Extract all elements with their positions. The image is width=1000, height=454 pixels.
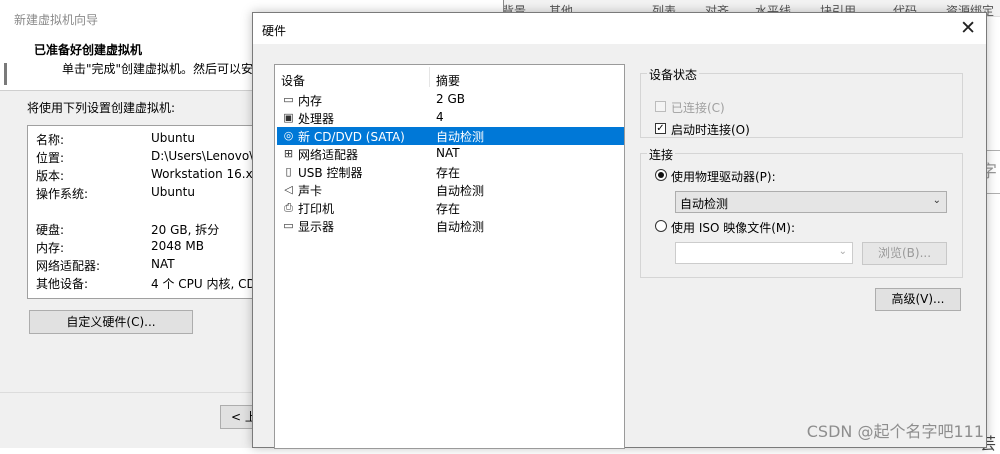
settings-key: 位置: bbox=[36, 151, 65, 165]
browse-button[interactable]: 浏览(B)... bbox=[862, 242, 947, 265]
device-list[interactable]: 设备 摘要 ▭ 内存 2 GB ▣ 处理器 4 ◎ 新 CD/DVD (SATA) 自动检测 ⊞ 网… bbox=[274, 64, 625, 449]
device-name: 打印机 bbox=[298, 202, 335, 216]
wizard-header-subtitle: 单击"完成"创建虚拟机。然后可以安 bbox=[62, 62, 254, 76]
usb-icon: ▯ bbox=[285, 165, 292, 178]
cd-dvd-icon: ◎ bbox=[283, 129, 294, 142]
device-summary: 自动检测 bbox=[436, 184, 485, 198]
device-row[interactable]: ⊞ 网络适配器 NAT bbox=[277, 145, 624, 163]
advanced-button[interactable]: 高级(V)... bbox=[875, 288, 961, 311]
device-row[interactable]: ◎ 新 CD/DVD (SATA) 自动检测 bbox=[277, 127, 624, 145]
settings-row: 名称: Ubuntu bbox=[36, 131, 268, 149]
settings-key: 硬盘: bbox=[36, 223, 65, 237]
processor-icon: ▣ bbox=[283, 111, 294, 124]
settings-key: 网络适配器: bbox=[36, 259, 101, 273]
settings-value: Ubuntu bbox=[151, 185, 195, 199]
settings-row: 网络适配器: NAT bbox=[36, 257, 268, 275]
use-iso-radio[interactable] bbox=[655, 220, 667, 232]
hardware-dialog: 硬件 ✕ 设备 摘要 ▭ 内存 2 GB ▣ 处理器 4 ◎ 新 CD/DVD (SATA) 自… bbox=[252, 12, 987, 449]
device-summary: 自动检测 bbox=[436, 220, 485, 234]
sound-card-icon: ◁ bbox=[284, 183, 293, 196]
settings-key: 名称: bbox=[36, 133, 65, 147]
device-row[interactable]: ▣ 处理器 4 bbox=[277, 109, 624, 127]
wizard-header-title: 已准备好创建虚拟机 bbox=[34, 43, 143, 57]
connected-label: 已连接(C) bbox=[671, 101, 725, 115]
connect-at-power-on-checkbox[interactable]: ✓ bbox=[655, 123, 666, 134]
settings-value: Workstation 16.x bbox=[151, 167, 253, 181]
connect-at-power-on-label: 启动时连接(O) bbox=[671, 123, 750, 137]
iso-path-combobox[interactable]: ⌄ bbox=[675, 242, 853, 264]
use-iso-label: 使用 ISO 映像文件(M): bbox=[671, 221, 795, 235]
wizard-window-title: 新建虚拟机向导 bbox=[14, 13, 99, 27]
device-name: 处理器 bbox=[298, 112, 335, 126]
use-physical-drive-label: 使用物理驱动器(P): bbox=[671, 170, 776, 184]
device-column-header[interactable]: 设备 bbox=[281, 72, 305, 89]
settings-value: 4 个 CPU 内核, CD/ bbox=[151, 277, 260, 291]
device-row[interactable]: ▭ 显示器 自动检测 bbox=[277, 217, 624, 235]
device-name: 显示器 bbox=[298, 220, 335, 234]
device-row[interactable]: ⎙ 打印机 存在 bbox=[277, 199, 624, 217]
settings-row: 操作系统: Ubuntu bbox=[36, 185, 268, 203]
device-list-header: 设备 摘要 bbox=[275, 65, 624, 89]
device-row[interactable]: ◁ 声卡 自动检测 bbox=[277, 181, 624, 199]
network-adapter-icon: ⊞ bbox=[283, 147, 294, 160]
settings-key: 内存: bbox=[36, 241, 65, 255]
device-name: 内存 bbox=[298, 94, 323, 108]
settings-row: 硬盘: 20 GB, 拆分 bbox=[36, 221, 268, 239]
device-summary: 存在 bbox=[436, 202, 461, 216]
dialog-titlebar: 硬件 ✕ bbox=[253, 13, 986, 44]
settings-row: 内存: 2048 MB bbox=[36, 239, 268, 257]
settings-key: 版本: bbox=[36, 169, 65, 183]
settings-value: 2048 MB bbox=[151, 239, 204, 253]
settings-value: Ubuntu bbox=[151, 131, 195, 145]
display-icon: ▭ bbox=[283, 219, 294, 232]
device-name: USB 控制器 bbox=[298, 166, 363, 180]
device-status-group: 设备状态 已连接(C) ✓ 启动时连接(O) bbox=[640, 66, 963, 138]
device-name: 声卡 bbox=[298, 184, 323, 198]
physical-drive-value: 自动检测 bbox=[680, 197, 729, 211]
settings-row bbox=[36, 203, 268, 221]
settings-row: 其他设备: 4 个 CPU 内核, CD/ bbox=[36, 275, 268, 293]
summary-column-header[interactable]: 摘要 bbox=[436, 72, 460, 89]
settings-key: 其他设备: bbox=[36, 277, 89, 291]
connection-label: 连接 bbox=[647, 146, 676, 163]
device-summary: 4 bbox=[436, 110, 444, 124]
device-summary: 2 GB bbox=[436, 92, 465, 106]
memory-icon: ▭ bbox=[283, 93, 294, 106]
settings-value: D:\Users\Lenovo\D bbox=[151, 149, 263, 163]
watermark: CSDN @起个名字吧111 bbox=[806, 422, 984, 441]
settings-value: NAT bbox=[151, 257, 175, 271]
settings-row: 版本: Workstation 16.x bbox=[36, 167, 268, 185]
connected-checkbox[interactable] bbox=[655, 101, 666, 112]
device-row[interactable]: ▯ USB 控制器 存在 bbox=[277, 163, 624, 181]
settings-key: 操作系统: bbox=[36, 187, 89, 201]
device-row[interactable]: ▭ 内存 2 GB bbox=[277, 91, 624, 109]
close-icon[interactable]: ✕ bbox=[960, 17, 976, 39]
device-summary: 自动检测 bbox=[436, 130, 485, 144]
physical-drive-select[interactable]: 自动检测 ⌄ bbox=[675, 191, 947, 213]
use-physical-drive-radio[interactable] bbox=[655, 169, 667, 181]
device-status-label: 设备状态 bbox=[647, 66, 700, 83]
settings-value: 20 GB, 拆分 bbox=[151, 223, 220, 237]
settings-row: 位置: D:\Users\Lenovo\D bbox=[36, 149, 268, 167]
device-name: 新 CD/DVD (SATA) bbox=[298, 130, 405, 144]
wizard-settings-summary: 名称: Ubuntu 位置: D:\Users\Lenovo\D 版本: Workstat… bbox=[27, 125, 269, 299]
wizard-intro-text: 将使用下列设置创建虚拟机: bbox=[27, 101, 176, 115]
chevron-down-icon: ⌄ bbox=[838, 246, 847, 257]
printer-icon: ⎙ bbox=[284, 201, 293, 214]
dialog-title: 硬件 bbox=[262, 24, 287, 38]
device-name: 网络适配器 bbox=[298, 148, 359, 162]
customize-hardware-button[interactable]: 自定义硬件(C)... bbox=[29, 310, 193, 334]
device-summary: 存在 bbox=[436, 166, 461, 180]
device-summary: NAT bbox=[436, 146, 460, 160]
column-divider bbox=[429, 67, 430, 87]
wizard-edge-marker bbox=[4, 63, 7, 85]
chevron-down-icon: ⌄ bbox=[932, 195, 941, 206]
